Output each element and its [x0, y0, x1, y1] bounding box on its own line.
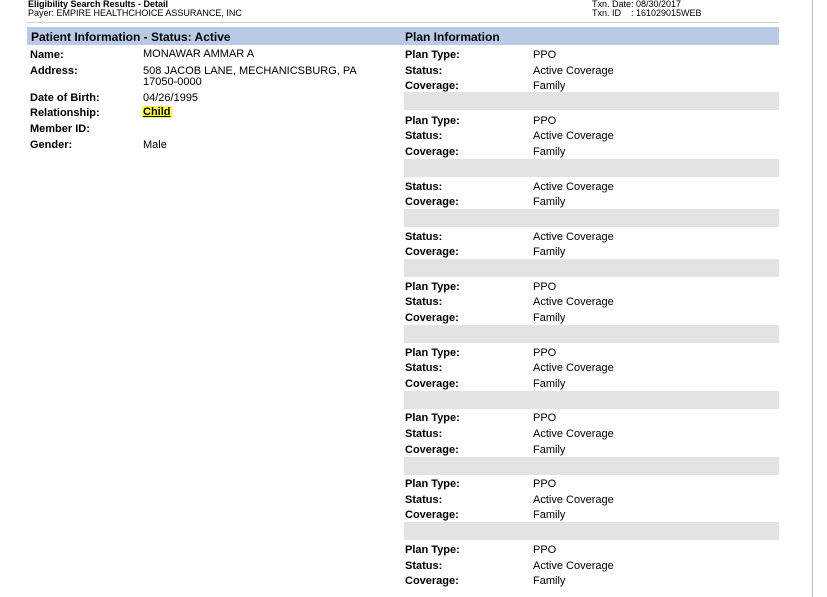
plan-separator-row	[404, 92, 779, 110]
viewer-background	[813, 0, 827, 597]
address-line-2: 17050-0000	[143, 76, 202, 88]
plan-plan-type-value: PPO	[533, 347, 557, 359]
plan-status-value: Active Coverage	[533, 428, 614, 440]
plan-section-header: Plan Information	[401, 27, 779, 45]
plan-status-value: Active Coverage	[533, 181, 614, 193]
plan-status-label: Status:	[405, 181, 443, 193]
plan-status-value: Active Coverage	[533, 494, 614, 506]
gender: Male	[143, 139, 167, 151]
plan-plan-type-label: Plan Type:	[405, 544, 460, 556]
plan-section-title: Plan Information	[405, 30, 500, 44]
plan-status-label: Status:	[405, 130, 443, 142]
plan-coverage-label: Coverage:	[405, 246, 459, 258]
plan-coverage-label: Coverage:	[405, 378, 459, 390]
plan-status-label: Status:	[405, 494, 443, 506]
plan-plan-type-label: Plan Type:	[405, 347, 460, 359]
plan-coverage-label: Coverage:	[405, 146, 459, 158]
patient-section-header: Patient Information - Status: Active	[27, 27, 401, 45]
plan-plan-type-value: PPO	[533, 49, 557, 61]
plan-plan-type-label: Plan Type:	[405, 49, 460, 61]
plan-coverage-value: Family	[533, 80, 566, 92]
dob-label: Date of Birth:	[30, 92, 100, 104]
member-id-label: Member ID:	[30, 123, 90, 135]
patient-section-title: Patient Information - Status: Active	[31, 30, 231, 44]
relationship-label: Relationship:	[30, 107, 100, 119]
plan-separator-row	[404, 522, 779, 540]
plan-separator-row	[404, 391, 779, 409]
plan-coverage-value: Family	[533, 146, 566, 158]
plan-plan-type-label: Plan Type:	[405, 478, 460, 490]
relationship-highlight: Child	[142, 106, 172, 118]
plan-status-value: Active Coverage	[533, 296, 614, 308]
plan-coverage-label: Coverage:	[405, 509, 459, 521]
plan-status-value: Active Coverage	[533, 130, 614, 142]
plan-status-value: Active Coverage	[533, 560, 614, 572]
plan-coverage-value: Family	[533, 196, 566, 208]
plan-separator-row	[404, 325, 779, 343]
plan-status-value: Active Coverage	[533, 231, 614, 243]
plan-coverage-value: Family	[533, 509, 566, 521]
plan-coverage-label: Coverage:	[405, 444, 459, 456]
plan-plan-type-value: PPO	[533, 281, 557, 293]
plan-separator-row	[404, 209, 779, 227]
name-label: Name:	[30, 49, 64, 61]
plan-separator-row	[404, 159, 779, 177]
plan-plan-type-value: PPO	[533, 115, 557, 127]
plan-plan-type-value: PPO	[533, 412, 557, 424]
plan-plan-type-label: Plan Type:	[405, 115, 460, 127]
plan-coverage-value: Family	[533, 444, 566, 456]
plan-coverage-label: Coverage:	[405, 312, 459, 324]
plan-status-value: Active Coverage	[533, 65, 614, 77]
plan-coverage-value: Family	[533, 378, 566, 390]
plan-status-label: Status:	[405, 231, 443, 243]
plan-status-label: Status:	[405, 65, 443, 77]
payer-line: Payer: EMPIRE HEALTHCHOICE ASSURANCE, IN…	[28, 8, 242, 18]
header-divider	[27, 22, 778, 23]
plan-separator-row	[404, 259, 779, 277]
patient-name: MONAWAR AMMAR A	[143, 48, 255, 60]
plan-coverage-label: Coverage:	[405, 80, 459, 92]
plan-separator-row	[404, 457, 779, 475]
plan-coverage-label: Coverage:	[405, 196, 459, 208]
txn-id: Txn. ID : 161029015WEB	[592, 8, 702, 18]
plan-status-label: Status:	[405, 560, 443, 572]
plan-status-label: Status:	[405, 362, 443, 374]
date-of-birth: 04/26/1995	[143, 92, 199, 104]
gender-label: Gender:	[30, 139, 73, 151]
plan-status-label: Status:	[405, 296, 443, 308]
address-label: Address:	[30, 65, 78, 77]
plan-coverage-value: Family	[533, 575, 566, 587]
plan-coverage-value: Family	[533, 246, 566, 258]
plan-plan-type-label: Plan Type:	[405, 412, 460, 424]
plan-status-value: Active Coverage	[533, 362, 614, 374]
plan-plan-type-value: PPO	[533, 544, 557, 556]
plan-coverage-value: Family	[533, 312, 566, 324]
plan-coverage-label: Coverage:	[405, 575, 459, 587]
plan-status-label: Status:	[405, 428, 443, 440]
plan-plan-type-label: Plan Type:	[405, 281, 460, 293]
plan-plan-type-value: PPO	[533, 478, 557, 490]
relationship-value: Child	[142, 106, 172, 118]
